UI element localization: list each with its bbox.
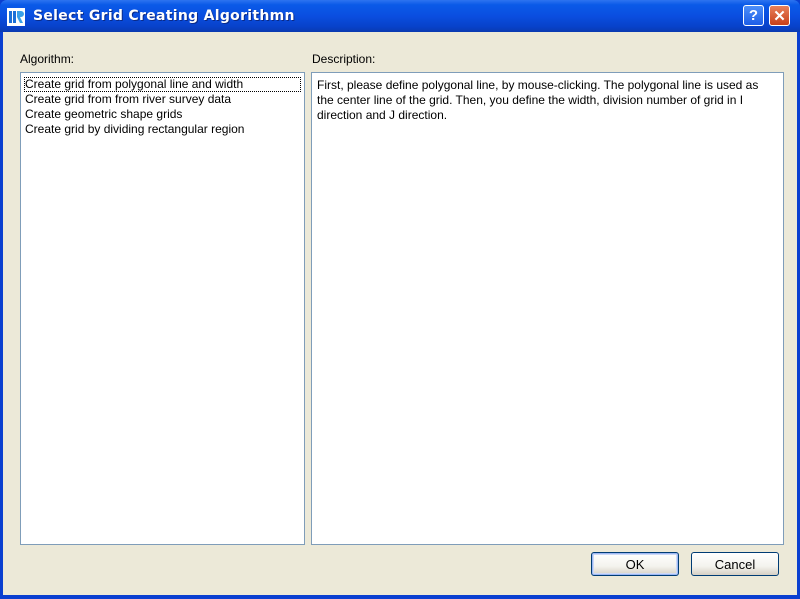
title-bar[interactable]: Select Grid Creating Algorithmn ? ✕ — [0, 0, 800, 32]
ok-button[interactable]: OK — [591, 552, 679, 576]
description-label: Description: — [312, 52, 376, 66]
app-logo-icon — [7, 8, 25, 26]
algorithm-label: Algorithm: — [20, 52, 75, 66]
help-icon: ? — [748, 7, 759, 24]
dialog-window: Select Grid Creating Algorithmn ? ✕ Algo… — [0, 0, 800, 599]
algorithm-item-river-survey[interactable]: Create grid from from river survey data — [24, 92, 301, 107]
close-button[interactable]: ✕ — [769, 5, 790, 26]
close-icon: ✕ — [773, 7, 786, 25]
algorithm-item-polygonal-line[interactable]: Create grid from polygonal line and widt… — [24, 77, 301, 92]
algorithm-item-rectangular-region[interactable]: Create grid by dividing rectangular regi… — [24, 122, 301, 137]
cancel-button[interactable]: Cancel — [691, 552, 779, 576]
description-text: First, please define polygonal line, by … — [311, 72, 784, 545]
help-button[interactable]: ? — [743, 5, 764, 26]
algorithm-item-geometric-shape[interactable]: Create geometric shape grids — [24, 107, 301, 122]
algorithm-list[interactable]: Create grid from polygonal line and widt… — [20, 72, 305, 545]
window-title: Select Grid Creating Algorithmn — [33, 8, 295, 24]
dialog-client-area: Algorithm: Description: Create grid from… — [3, 32, 797, 595]
